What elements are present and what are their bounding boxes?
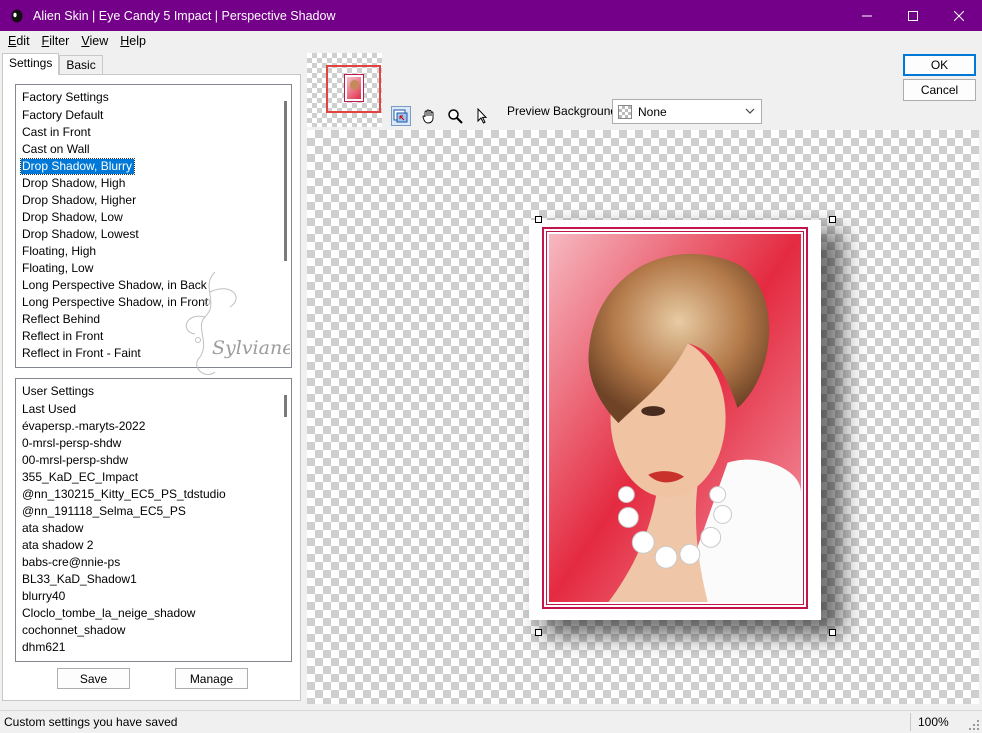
minimize-icon[interactable] <box>844 0 890 31</box>
list-item[interactable]: Floating, High <box>21 243 291 260</box>
portrait-photo <box>549 234 801 602</box>
list-item[interactable]: 00-mrsl-persp-shdw <box>21 452 291 469</box>
settings-tabs: Settings Basic <box>2 53 103 75</box>
status-message: Custom settings you have saved <box>4 715 178 729</box>
factory-scrollbar-thumb[interactable] <box>284 101 287 261</box>
tab-settings[interactable]: Settings <box>2 53 60 75</box>
preview-image-inner-frame <box>546 231 804 605</box>
list-item[interactable]: Cast in Front <box>21 124 291 141</box>
list-item[interactable]: ata shadow 2 <box>21 537 291 554</box>
navigate-preview-icon[interactable] <box>391 106 411 126</box>
navigator-thumbnail[interactable] <box>307 53 382 127</box>
factory-settings-header: Factory Settings <box>22 90 109 104</box>
list-item[interactable]: dhm621 <box>21 639 291 656</box>
svg-text:Sylviane: Sylviane <box>212 337 290 359</box>
menu-help[interactable]: Help <box>114 34 152 48</box>
tab-basic[interactable]: Basic <box>59 55 103 74</box>
list-item[interactable]: BL33_KaD_Shadow1 <box>21 571 291 588</box>
list-item[interactable]: ata shadow <box>21 520 291 537</box>
preview-canvas[interactable] <box>307 130 979 704</box>
list-item[interactable]: Drop Shadow, Higher <box>21 192 291 209</box>
alien-skin-app-icon <box>11 9 23 22</box>
zoom-level: 100% <box>918 715 949 729</box>
sylviane-watermark: Sylviane <box>185 271 290 375</box>
list-item[interactable]: 355_KaD_EC_Impact <box>21 469 291 486</box>
list-item[interactable]: Cloclo_tombe_la_neige_shadow <box>21 605 291 622</box>
resize-handle[interactable] <box>535 629 542 636</box>
list-item[interactable]: babs-cre@nnie-ps <box>21 554 291 571</box>
chevron-down-icon <box>745 108 755 114</box>
list-item[interactable]: blurry40 <box>21 588 291 605</box>
preview-background-value: None <box>638 104 667 119</box>
preview-image-frame <box>542 227 808 609</box>
list-item[interactable]: Last Used <box>21 401 291 418</box>
menu-view[interactable]: View <box>75 34 114 48</box>
list-item[interactable]: @nn_191118_Selma_EC5_PS <box>21 503 291 520</box>
title-bar[interactable]: Alien Skin | Eye Candy 5 Impact | Perspe… <box>0 0 982 31</box>
save-button[interactable]: Save <box>57 668 130 689</box>
list-item[interactable]: Drop Shadow, Low <box>21 209 291 226</box>
list-item[interactable]: évapersp.-maryts-2022 <box>21 418 291 435</box>
checker-swatch-icon <box>618 104 632 119</box>
list-item[interactable]: 0-mrsl-persp-shdw <box>21 435 291 452</box>
hand-pan-icon[interactable] <box>419 106 439 126</box>
manage-button[interactable]: Manage <box>175 668 248 689</box>
resize-handle[interactable] <box>535 216 542 223</box>
maximize-icon[interactable] <box>890 0 936 31</box>
list-item[interactable]: Drop Shadow, Lowest <box>21 226 291 243</box>
close-icon[interactable] <box>936 0 982 31</box>
status-bar: Custom settings you have saved 100% <box>0 710 982 733</box>
preview-background-label: Preview Background: <box>507 104 621 118</box>
menu-edit[interactable]: Edit <box>2 34 36 48</box>
menu-filter[interactable]: Filter <box>36 34 76 48</box>
list-item[interactable]: Drop Shadow, High <box>21 175 291 192</box>
pointer-arrow-icon[interactable] <box>472 106 492 126</box>
preview-image-card <box>529 220 821 620</box>
list-item[interactable]: Factory Default <box>21 107 291 124</box>
status-divider <box>910 713 911 731</box>
list-item[interactable]: @nn_130215_Kitty_EC5_PS_tdstudio <box>21 486 291 503</box>
resize-handle[interactable] <box>829 629 836 636</box>
preview-background-select[interactable]: None <box>612 99 762 124</box>
cancel-button[interactable]: Cancel <box>903 79 976 101</box>
window-title: Alien Skin | Eye Candy 5 Impact | Perspe… <box>33 8 336 23</box>
navigator-viewport-frame[interactable] <box>326 65 381 113</box>
menu-bar: Edit Filter View Help <box>0 31 982 51</box>
resize-handle[interactable] <box>829 216 836 223</box>
navigator-thumbnail-image <box>344 74 364 102</box>
user-scrollbar-thumb[interactable] <box>284 395 287 417</box>
zoom-magnifier-icon[interactable] <box>445 106 465 126</box>
list-item[interactable]: Cast on Wall <box>21 141 291 158</box>
ok-button[interactable]: OK <box>903 54 976 76</box>
list-item[interactable]: cochonnet_shadow <box>21 622 291 639</box>
user-settings-list[interactable]: User Settings Last Used évapersp.-maryts… <box>15 378 292 662</box>
resize-grip-icon[interactable] <box>969 720 979 730</box>
list-item-selected[interactable]: Drop Shadow, Blurry <box>19 158 291 175</box>
